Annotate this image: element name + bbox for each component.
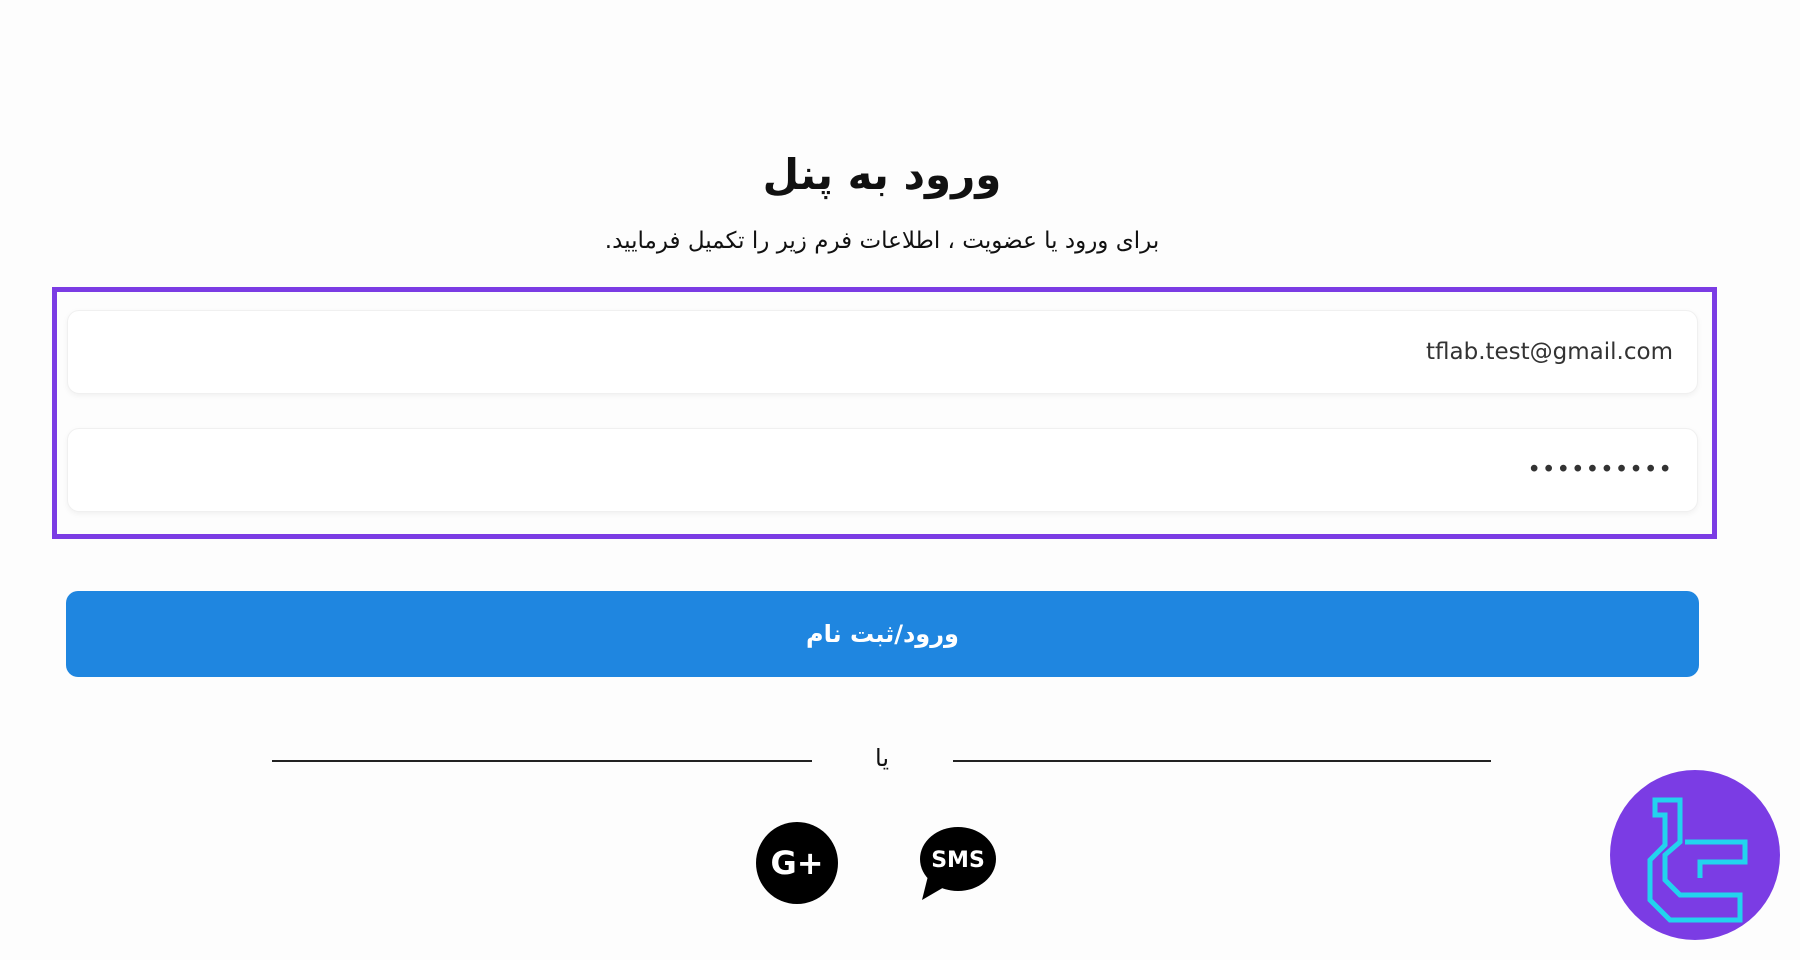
- email-field[interactable]: [67, 310, 1698, 394]
- brand-logo: [1610, 770, 1780, 940]
- page-subtitle: برای ورود یا عضویت ، اطلاعات فرم زیر را …: [604, 228, 1160, 254]
- brand-logo-icon: [1610, 770, 1780, 940]
- sms-login-button[interactable]: SMS: [918, 826, 998, 902]
- divider-line-left: [272, 760, 812, 762]
- google-login-button[interactable]: G+: [756, 822, 838, 904]
- sms-icon-label: SMS: [931, 848, 985, 873]
- divider-line-right: [953, 760, 1491, 762]
- sms-chat-icon: SMS: [920, 827, 996, 900]
- divider-or-text: یا: [875, 744, 889, 772]
- login-register-button[interactable]: ورود/ثبت نام: [66, 591, 1699, 677]
- password-field[interactable]: [67, 428, 1698, 512]
- google-icon-label: G+: [770, 844, 823, 882]
- login-page: ورود به پنل برای ورود یا عضویت ، اطلاعات…: [0, 0, 1800, 960]
- google-plus-icon: G+: [756, 822, 838, 904]
- page-title: ورود به پنل: [762, 150, 1002, 199]
